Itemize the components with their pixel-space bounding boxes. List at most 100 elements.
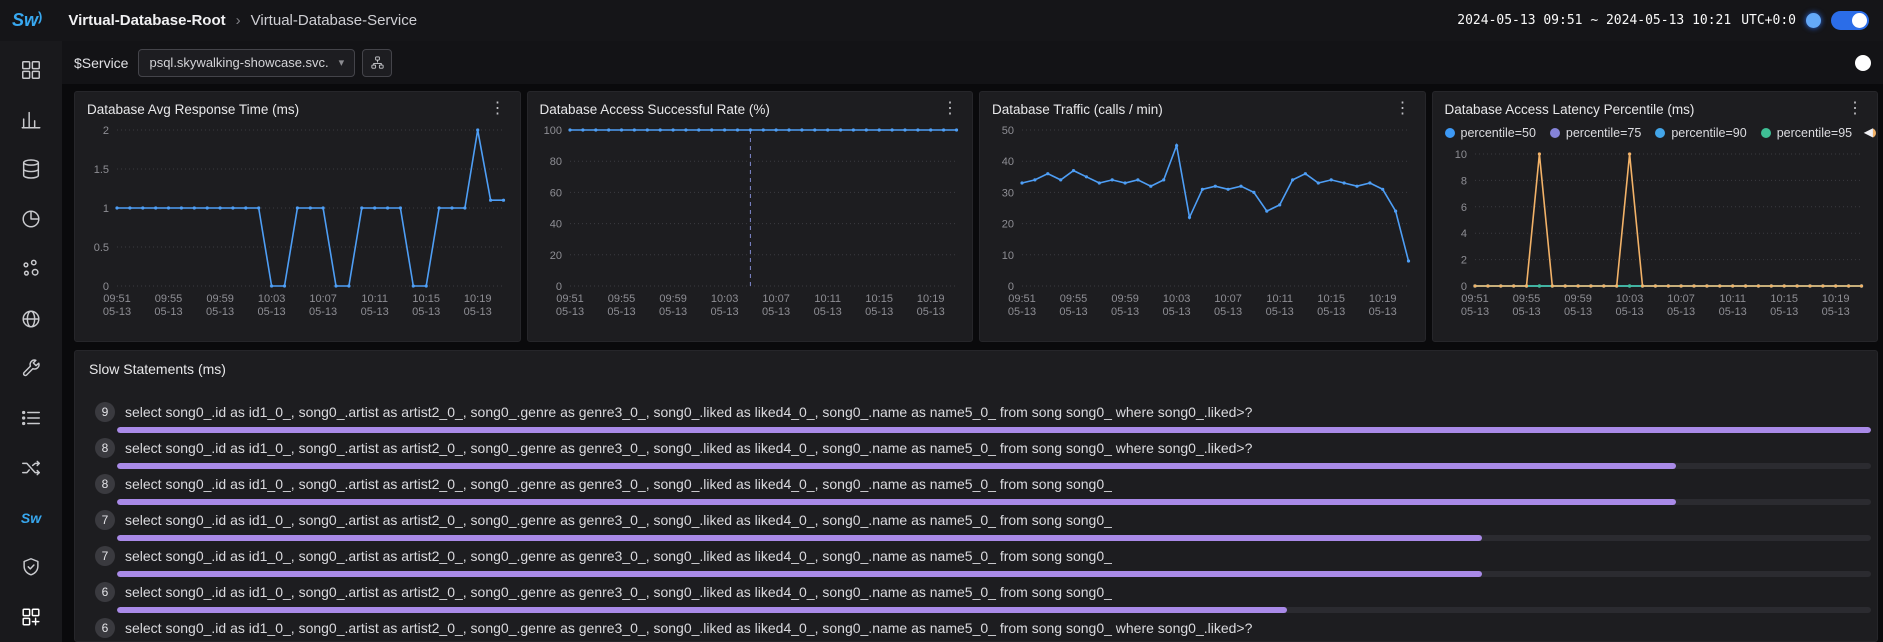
legend-item[interactable]: percentile=50: [1445, 126, 1536, 140]
success-rate-chart: 02040608010009:5105-1309:5505-1309:5905-…: [528, 120, 973, 320]
kebab-menu-icon[interactable]: ⋮: [1845, 101, 1865, 117]
kebab-menu-icon[interactable]: ⋮: [1393, 101, 1413, 117]
svg-text:10:03: 10:03: [258, 293, 286, 305]
stmt-bar-fill: [117, 607, 1287, 613]
sidebar-item-list[interactable]: [0, 393, 62, 443]
slow-statement-row[interactable]: 9 select song0_.id as id1_0_, song0_.art…: [95, 401, 1871, 433]
service-label: $Service: [74, 55, 128, 71]
skywalking-logo[interactable]: Sw): [12, 10, 42, 31]
svg-text:05-13: 05-13: [1369, 306, 1397, 318]
theme-toggle[interactable]: [1831, 11, 1869, 30]
panel-success-rate: Database Access Successful Rate (%) ⋮ 02…: [527, 91, 974, 342]
svg-text:10:19: 10:19: [1369, 293, 1397, 305]
svg-text:0: 0: [1460, 281, 1466, 293]
stmt-text: select song0_.id as id1_0_, song0_.artis…: [125, 620, 1252, 636]
stmt-value-badge: 9: [95, 402, 115, 422]
shield-icon: [20, 556, 42, 578]
svg-text:0: 0: [1008, 281, 1014, 293]
kebab-menu-icon[interactable]: ⋮: [488, 101, 508, 117]
slow-statement-row[interactable]: 6 select song0_.id as id1_0_, song0_.art…: [95, 617, 1871, 642]
stmt-text: select song0_.id as id1_0_, song0_.artis…: [125, 440, 1252, 456]
service-select[interactable]: psql.skywalking-showcase.svc. ▾: [138, 49, 355, 77]
svg-text:05-13: 05-13: [813, 306, 841, 318]
svg-text:09:55: 09:55: [607, 293, 635, 305]
svg-text:05-13: 05-13: [1214, 306, 1242, 318]
slow-statements-rows: 9 select song0_.id as id1_0_, song0_.art…: [75, 387, 1877, 642]
svg-text:4: 4: [1460, 228, 1466, 240]
sidebar-item-pie[interactable]: [0, 194, 62, 244]
kebab-menu-icon[interactable]: ⋮: [940, 101, 960, 117]
sidebar-item-database[interactable]: [0, 145, 62, 195]
svg-text:09:59: 09:59: [1564, 293, 1592, 305]
breadcrumb-root[interactable]: Virtual-Database-Root: [68, 12, 225, 29]
sidebar-item-globe[interactable]: [0, 294, 62, 344]
stmt-bar-fill: [117, 571, 1482, 577]
sidebar-item-apps[interactable]: [0, 592, 62, 642]
sidebar-item-metrics[interactable]: [0, 95, 62, 145]
svg-text:20: 20: [1002, 219, 1014, 231]
svg-text:50: 50: [1002, 125, 1014, 137]
topology-icon: [20, 457, 42, 479]
slow-statement-row[interactable]: 8 select song0_.id as id1_0_, song0_.art…: [95, 437, 1871, 469]
header-right: 2024-05-13 09:51 ~ 2024-05-13 10:21 UTC+…: [1457, 11, 1869, 30]
globe-icon: [20, 308, 42, 330]
svg-text:05-13: 05-13: [258, 306, 286, 318]
sidebar-item-skywalking[interactable]: Sw: [0, 493, 62, 543]
panel-title: Database Avg Response Time (ms): [87, 102, 299, 117]
sidebar-item-security[interactable]: [0, 543, 62, 593]
panel-slow-statements: Slow Statements (ms) 9 select song0_.id …: [74, 350, 1878, 642]
sidebar-item-sampling[interactable]: [0, 244, 62, 294]
slow-statement-row[interactable]: 7 select song0_.id as id1_0_, song0_.art…: [95, 545, 1871, 577]
slow-statement-row[interactable]: 7 select song0_.id as id1_0_, song0_.art…: [95, 509, 1871, 541]
panel-traffic: Database Traffic (calls / min) ⋮ 0102030…: [979, 91, 1426, 342]
slow-statement-row[interactable]: 6 select song0_.id as id1_0_, song0_.art…: [95, 581, 1871, 613]
dashboard-content: Database Avg Response Time (ms) ⋮ 00.511…: [74, 91, 1878, 642]
svg-text:05-13: 05-13: [762, 306, 790, 318]
svg-text:10: 10: [1454, 149, 1466, 161]
legend-item[interactable]: percentile=95: [1761, 126, 1852, 140]
svg-text:05-13: 05-13: [555, 306, 583, 318]
svg-text:05-13: 05-13: [1770, 306, 1798, 318]
legend-dot-icon: [1655, 128, 1665, 138]
panel-latency-percentile: Database Access Latency Percentile (ms) …: [1432, 91, 1879, 342]
panel-title: Database Traffic (calls / min): [992, 102, 1163, 117]
stmt-value-badge: 8: [95, 474, 115, 494]
svg-text:10:07: 10:07: [762, 293, 790, 305]
service-hierarchy-button[interactable]: [362, 49, 392, 77]
svg-text:05-13: 05-13: [154, 306, 182, 318]
svg-text:10:11: 10:11: [814, 293, 841, 305]
svg-text:05-13: 05-13: [1317, 306, 1345, 318]
stmt-bar-track: [117, 571, 1871, 577]
slow-statements-title: Slow Statements (ms): [75, 351, 1877, 387]
svg-text:09:51: 09:51: [556, 293, 584, 305]
breadcrumb-current[interactable]: Virtual-Database-Service: [251, 12, 417, 29]
svg-text:40: 40: [549, 219, 561, 231]
svg-text:05-13: 05-13: [412, 306, 440, 318]
top-header: Sw) Virtual-Database-Root › Virtual-Data…: [0, 0, 1883, 41]
stmt-bar-track: [117, 427, 1871, 433]
svg-text:05-13: 05-13: [659, 306, 687, 318]
legend-scroll-left-icon[interactable]: ◀: [1859, 125, 1873, 139]
breadcrumb: Virtual-Database-Root › Virtual-Database…: [68, 12, 417, 29]
legend-item[interactable]: percentile=90: [1655, 126, 1746, 140]
time-range-picker[interactable]: 2024-05-13 09:51 ~ 2024-05-13 10:21: [1457, 13, 1731, 28]
sidebar-item-tools[interactable]: [0, 344, 62, 394]
svg-text:09:59: 09:59: [206, 293, 234, 305]
sidebar-item-topology[interactable]: [0, 443, 62, 493]
slow-statement-row[interactable]: 8 select song0_.id as id1_0_, song0_.art…: [95, 473, 1871, 505]
legend-item[interactable]: percentile=75: [1550, 126, 1641, 140]
svg-text:09:59: 09:59: [1111, 293, 1139, 305]
stmt-value-badge: 6: [95, 582, 115, 602]
svg-text:05-13: 05-13: [1615, 306, 1643, 318]
svg-text:05-13: 05-13: [1512, 306, 1540, 318]
svg-text:05-13: 05-13: [607, 306, 635, 318]
legend-label: percentile=75: [1566, 126, 1641, 140]
timezone-label[interactable]: UTC+0:0: [1741, 13, 1796, 28]
svg-text:05-13: 05-13: [710, 306, 738, 318]
svg-text:09:51: 09:51: [103, 293, 131, 305]
sidebar-item-dashboard[interactable]: [0, 45, 62, 95]
avg-response-time-chart: 00.511.5209:5105-1309:5505-1309:5905-131…: [75, 120, 520, 320]
svg-text:05-13: 05-13: [1008, 306, 1036, 318]
toolbar-indicator-button[interactable]: [1855, 55, 1871, 71]
latency-legend: percentile=50 percentile=75 percentile=90 p…: [1433, 120, 1878, 144]
